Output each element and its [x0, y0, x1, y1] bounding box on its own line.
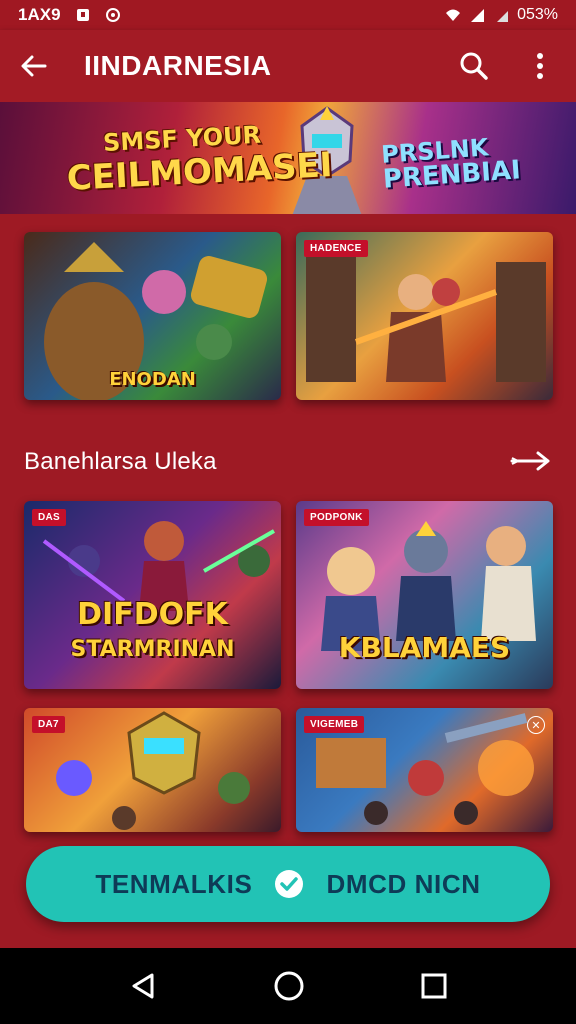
hero-banner[interactable]: SMSF YOUR CEILMOMASEI PRSLNK PRENBIAI	[0, 102, 576, 214]
game-card[interactable]: HADENCE	[296, 232, 553, 400]
game-card-badge: DA7	[32, 716, 65, 733]
hero-right-text: PRSLNK PRENBIAI	[380, 133, 522, 195]
game-card[interactable]: VIGEMEB ✕	[296, 708, 553, 832]
hero-left-text: SMSF YOUR CEILMOMASEI	[64, 117, 333, 199]
more-vert-icon	[537, 53, 543, 79]
primary-cta-button[interactable]: TENMALKIS DMCD NICN	[26, 846, 550, 922]
app-bar: IINDARNESIA	[0, 30, 576, 102]
search-icon	[460, 52, 488, 80]
back-arrow-icon	[21, 55, 47, 77]
game-card[interactable]: ENODAN	[24, 232, 281, 400]
system-nav-bar	[0, 948, 576, 1024]
cta-label-left: TENMALKIS	[95, 868, 253, 899]
game-card-subtitle: STARMRINAN	[70, 637, 235, 662]
section-title: Banehlarsa Uleka	[24, 448, 217, 475]
nav-home-icon[interactable]	[273, 970, 305, 1002]
game-card-title: ENODAN	[109, 369, 196, 390]
game-card[interactable]: DA7	[24, 708, 281, 832]
cta-label-right: DMCD NICN	[326, 868, 481, 899]
signal-icon-2	[497, 11, 509, 22]
game-card-title: KBLAMAES	[338, 631, 511, 664]
game-card-badge: PODPONK	[304, 509, 369, 526]
page-title: IINDARNESIA	[84, 50, 272, 81]
back-button[interactable]	[18, 50, 50, 82]
search-button[interactable]	[458, 50, 490, 82]
close-icon[interactable]: ✕	[527, 716, 545, 734]
check-circle-icon	[275, 870, 304, 898]
nav-recents-icon[interactable]	[420, 972, 448, 1000]
status-time: 1AX9	[18, 5, 61, 24]
game-card-badge: HADENCE	[304, 240, 368, 257]
wifi-icon	[446, 9, 461, 21]
game-card-badge: VIGEMEB	[304, 716, 365, 733]
battery-percent: 053%	[517, 6, 558, 23]
notification-icon	[76, 9, 89, 21]
game-card[interactable]: PODPONK KBLAMAES	[296, 501, 553, 689]
game-card[interactable]: DAS DIFDOFK STARMRINAN	[24, 501, 281, 689]
nav-back-icon[interactable]	[128, 971, 158, 1001]
more-options-button[interactable]	[524, 50, 556, 82]
game-card-badge: DAS	[32, 509, 67, 526]
settings-icon	[105, 8, 120, 22]
hero-right-line2: PRENBIAI	[382, 155, 522, 195]
game-card-title: DIFDOFK	[77, 597, 228, 632]
signal-icon	[471, 9, 485, 22]
game-card-art	[306, 252, 546, 382]
see-all-arrow-icon[interactable]	[508, 448, 554, 474]
status-bar: 1AX9 053%	[0, 0, 576, 30]
